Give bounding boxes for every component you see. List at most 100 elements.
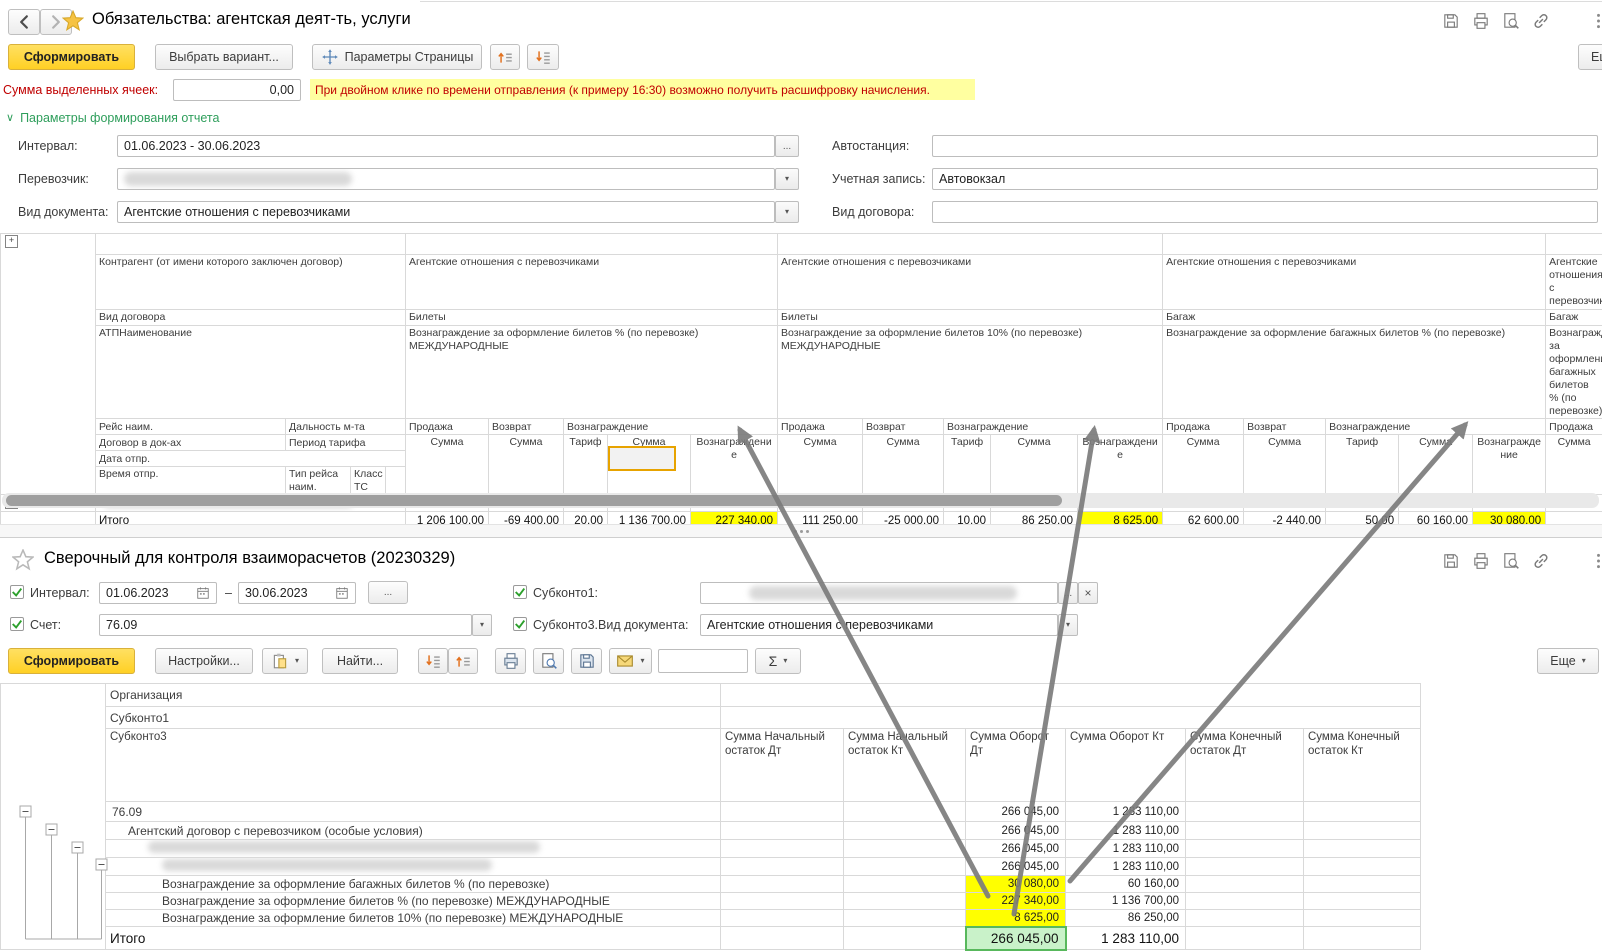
print-icon[interactable] xyxy=(1472,12,1490,30)
table-row: Вознаграждение за оформление багажных би… xyxy=(1,876,1421,893)
collapse-groups2-button[interactable] xyxy=(448,648,478,674)
col-header: Вознаграждение xyxy=(1326,419,1546,435)
print2-button[interactable] xyxy=(495,648,526,674)
total-highlighted-cell[interactable]: 266 045,00 xyxy=(966,927,1066,950)
account-row-name[interactable]: 76.09 xyxy=(106,802,721,822)
save2-button[interactable] xyxy=(571,648,602,674)
cell[interactable]: 1 283 110,00 xyxy=(1066,927,1186,950)
highlighted-cell[interactable]: 227 340,00 xyxy=(966,893,1066,910)
check-icon xyxy=(11,586,23,598)
cell[interactable]: 266 045,00 xyxy=(966,840,1066,858)
window-splitter[interactable] xyxy=(0,524,1602,538)
window1-title: Обязательства: агентская деят-ть, услуги xyxy=(92,10,411,29)
contract-row-name[interactable]: Агентский договор с перевозчиком (особые… xyxy=(106,822,721,840)
page-params-button[interactable]: Параметры Страницы xyxy=(312,44,482,70)
redacted-row-name[interactable] xyxy=(106,840,721,858)
favorite-star-icon[interactable] xyxy=(62,10,84,32)
preview-icon[interactable] xyxy=(1502,552,1520,570)
station-field[interactable] xyxy=(932,135,1598,157)
selected-sum-value[interactable]: 0,00 xyxy=(173,79,301,101)
copy-settings-button[interactable]: ▾ xyxy=(262,648,308,674)
account-field[interactable]: Автовокзал xyxy=(932,168,1598,190)
save-icon[interactable] xyxy=(1442,12,1460,30)
cell[interactable]: 266 045,00 xyxy=(966,822,1066,840)
table-corner-cell: + xyxy=(1,234,96,495)
col-header: Договор в док-ах xyxy=(96,435,286,451)
cell[interactable]: 1 283 110,00 xyxy=(1066,802,1186,822)
interval-field[interactable]: 01.06.2023 - 30.06.2023 xyxy=(117,135,775,157)
horizontal-scrollbar-thumb[interactable] xyxy=(6,495,1062,506)
doc-type-dropdown-button[interactable]: ▾ xyxy=(775,201,799,223)
subconto3-field[interactable]: Агентские отношения с перевозчиками xyxy=(700,614,1058,636)
more-dots-icon[interactable] xyxy=(1594,12,1602,30)
more-button-window2[interactable]: Еще ▾ xyxy=(1537,648,1599,674)
cell[interactable]: 1 136 700,00 xyxy=(1066,893,1186,910)
subconto1-clear-button[interactable]: × xyxy=(1078,582,1098,604)
account2-field[interactable]: 76.09 xyxy=(99,614,472,636)
autosum-button[interactable]: Σ ▾ xyxy=(755,648,801,674)
subconto1-picker-button[interactable]: ... xyxy=(1058,582,1078,604)
expand-groups-button[interactable] xyxy=(527,44,559,70)
col-header: Тариф xyxy=(944,435,991,495)
quick-search-input[interactable] xyxy=(658,649,748,673)
calendar-icon[interactable] xyxy=(196,586,210,600)
fee-row-name[interactable]: Вознаграждение за оформление билетов % (… xyxy=(106,893,721,910)
link-icon[interactable] xyxy=(1532,12,1550,30)
redacted-row-name[interactable] xyxy=(106,858,721,876)
interval-more-button[interactable]: ... xyxy=(368,581,408,604)
subconto1-field[interactable] xyxy=(700,582,1058,604)
cell[interactable]: 1 283 110,00 xyxy=(1066,858,1186,876)
interval-picker-button[interactable]: ... xyxy=(775,135,799,157)
date-to-field[interactable]: 30.06.2023 xyxy=(238,582,356,604)
subconto1-checkbox[interactable] xyxy=(513,585,527,599)
choose-variant-button[interactable]: Выбрать вариант... xyxy=(155,44,293,70)
col-header: Возврат xyxy=(489,419,564,435)
back-button[interactable] xyxy=(8,9,40,35)
active-cell-cursor[interactable] xyxy=(608,446,676,471)
favorite-star-outline-icon[interactable] xyxy=(12,549,34,571)
highlighted-cell[interactable]: 30 080,00 xyxy=(966,876,1066,893)
cell[interactable]: 1 283 110,00 xyxy=(1066,822,1186,840)
col-header: Дата отпр. xyxy=(96,451,406,467)
expand-all-icon[interactable]: + xyxy=(5,235,18,248)
account2-dropdown-button[interactable]: ▾ xyxy=(472,614,492,636)
find-button[interactable]: Найти... xyxy=(322,648,398,674)
generate2-button[interactable]: Сформировать xyxy=(8,648,135,674)
save-icon[interactable] xyxy=(1442,552,1460,570)
contract-type-label: Вид договора: xyxy=(832,205,914,219)
total-label-cell[interactable]: Итого xyxy=(106,927,721,950)
subconto3-checkbox[interactable] xyxy=(513,617,527,631)
date-from-field[interactable]: 01.06.2023 xyxy=(99,582,217,604)
print-icon[interactable] xyxy=(1472,552,1490,570)
cell[interactable]: 266 045,00 xyxy=(966,858,1066,876)
fee-row-name[interactable]: Вознаграждение за оформление билетов 10%… xyxy=(106,910,721,927)
account2-checkbox[interactable] xyxy=(10,617,24,631)
cell[interactable]: 60 160,00 xyxy=(1066,876,1186,893)
fee-row-name[interactable]: Вознаграждение за оформление багажных би… xyxy=(106,876,721,893)
interval-checkbox[interactable] xyxy=(10,585,24,599)
contract-type-field[interactable] xyxy=(932,201,1598,223)
carrier-field[interactable] xyxy=(117,168,775,190)
preview2-button[interactable] xyxy=(533,648,564,674)
generate-button[interactable]: Сформировать xyxy=(8,44,135,70)
col-header: Сумма xyxy=(1244,435,1326,495)
highlighted-cell[interactable]: 8 625,00 xyxy=(966,910,1066,927)
table-row: Агентский договор с перевозчиком (особые… xyxy=(1,822,1421,840)
collapse-groups-button[interactable] xyxy=(490,44,520,70)
send-email-button[interactable]: ▾ xyxy=(609,648,652,674)
more-button-window1[interactable]: Еще xyxy=(1578,44,1602,70)
group3-category: Багаж xyxy=(1163,309,1546,325)
expand-groups2-button[interactable] xyxy=(418,648,448,674)
cell[interactable]: 1 283 110,00 xyxy=(1066,840,1186,858)
cell[interactable]: 86 250,00 xyxy=(1066,910,1186,927)
calendar-icon[interactable] xyxy=(335,586,349,600)
more-dots-icon[interactable] xyxy=(1594,552,1602,570)
subconto3-dropdown-button[interactable]: ▾ xyxy=(1058,614,1078,636)
carrier-dropdown-button[interactable]: ▾ xyxy=(775,168,799,190)
settings-button[interactable]: Настройки... xyxy=(155,648,253,674)
link-icon[interactable] xyxy=(1532,552,1550,570)
doc-type-field[interactable]: Агентские отношения с перевозчиками xyxy=(117,201,775,223)
report-params-section[interactable]: ∨ Параметры формирования отчета xyxy=(6,111,219,125)
preview-icon[interactable] xyxy=(1502,12,1520,30)
cell[interactable]: 266 045,00 xyxy=(966,802,1066,822)
